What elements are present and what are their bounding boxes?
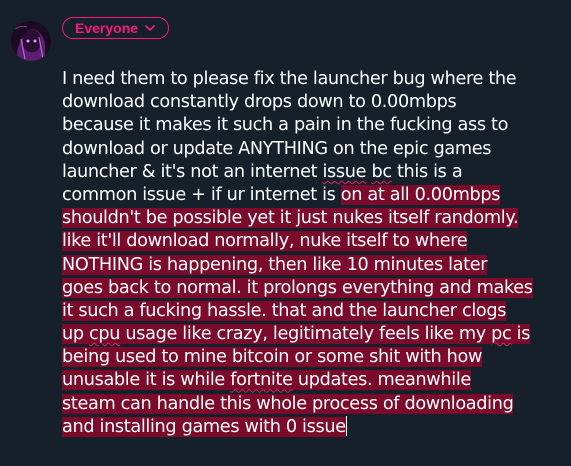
selected-text: goes back to normal. it prolongs everyth… — [62, 277, 533, 298]
misspelled-word: pc — [491, 324, 512, 345]
post-text-line: up cpu usage like crazy, legitimately fe… — [62, 323, 562, 346]
selected-text: like it'll download normally, nuke itsel… — [62, 231, 468, 252]
post-text-line: like it'll download normally, nuke itsel… — [62, 230, 562, 253]
selected-text: updates. meanwhile — [292, 370, 471, 391]
misspelled-word: bc — [371, 161, 392, 182]
selected-text: up — [62, 324, 90, 345]
selected-text: on at all 0.00mbps — [340, 184, 501, 205]
post-text-line: common issue + if ur internet is on at a… — [62, 184, 562, 207]
selected-text: and installing games with 0 issue — [62, 416, 346, 437]
chevron-down-icon — [144, 22, 156, 34]
audience-selector-button[interactable]: Everyone — [62, 17, 170, 39]
post-text-line: I need them to please fix the launcher b… — [62, 68, 562, 91]
post-text-segment: launcher & it's not an internet — [62, 161, 323, 182]
selected-text: steam can handle this whole process of d… — [62, 393, 514, 414]
audience-label: Everyone — [75, 20, 139, 36]
post-text-line: download constantly drops down to 0.00mb… — [62, 91, 562, 114]
selected-text: NOTHING is happening, then like 10 minut… — [62, 254, 488, 275]
text-cursor — [345, 415, 347, 436]
post-text-segment: download or update ANYTHING on the epic … — [62, 138, 492, 159]
misspelled-word: fortnite — [230, 370, 293, 391]
post-text-line: NOTHING is happening, then like 10 minut… — [62, 254, 562, 277]
post-text-line: launcher & it's not an internet issue bc… — [62, 161, 562, 184]
post-text-line: unusable it is while fortnite updates. m… — [62, 369, 562, 392]
post-text-line: because it makes it such a pain in the f… — [62, 114, 562, 137]
selected-text: it such a fucking hassle. that and the l… — [62, 300, 507, 321]
post-text-line: download or update ANYTHING on the epic … — [62, 138, 562, 161]
selected-text: being used to mine bitcoin or some shit … — [62, 347, 483, 368]
post-text-segment: I need them to please fix the launcher b… — [62, 69, 517, 89]
selected-text: shouldn't be possible yet it just nukes … — [62, 208, 519, 229]
selected-text: is — [511, 324, 531, 345]
post-text-line: and installing games with 0 issue — [62, 415, 562, 439]
misspelled-word: issue — [322, 161, 367, 182]
post-text-line: being used to mine bitcoin or some shit … — [62, 346, 562, 369]
post-text-segment: download constantly drops down to 0.00mb… — [62, 92, 457, 113]
post-text-line: it such a fucking hassle. that and the l… — [62, 300, 562, 323]
post-text-line: goes back to normal. it prolongs everyth… — [62, 277, 562, 300]
post-text-editor[interactable]: I need them to please fix the launcher b… — [62, 68, 562, 439]
avatar[interactable] — [11, 21, 51, 61]
post-text-segment: common issue + if ur internet is — [62, 184, 341, 205]
post-text-segment: this is a — [391, 161, 463, 182]
selected-text: usage like crazy, legitimately feels lik… — [120, 324, 492, 345]
post-text-segment: because it makes it such a pain in the f… — [62, 115, 509, 136]
post-text-line: shouldn't be possible yet it just nukes … — [62, 207, 562, 230]
selected-text: unusable it is while — [62, 370, 231, 391]
misspelled-word: cpu — [89, 324, 121, 345]
post-text-line: steam can handle this whole process of d… — [62, 393, 562, 416]
avatar-image — [11, 21, 51, 61]
